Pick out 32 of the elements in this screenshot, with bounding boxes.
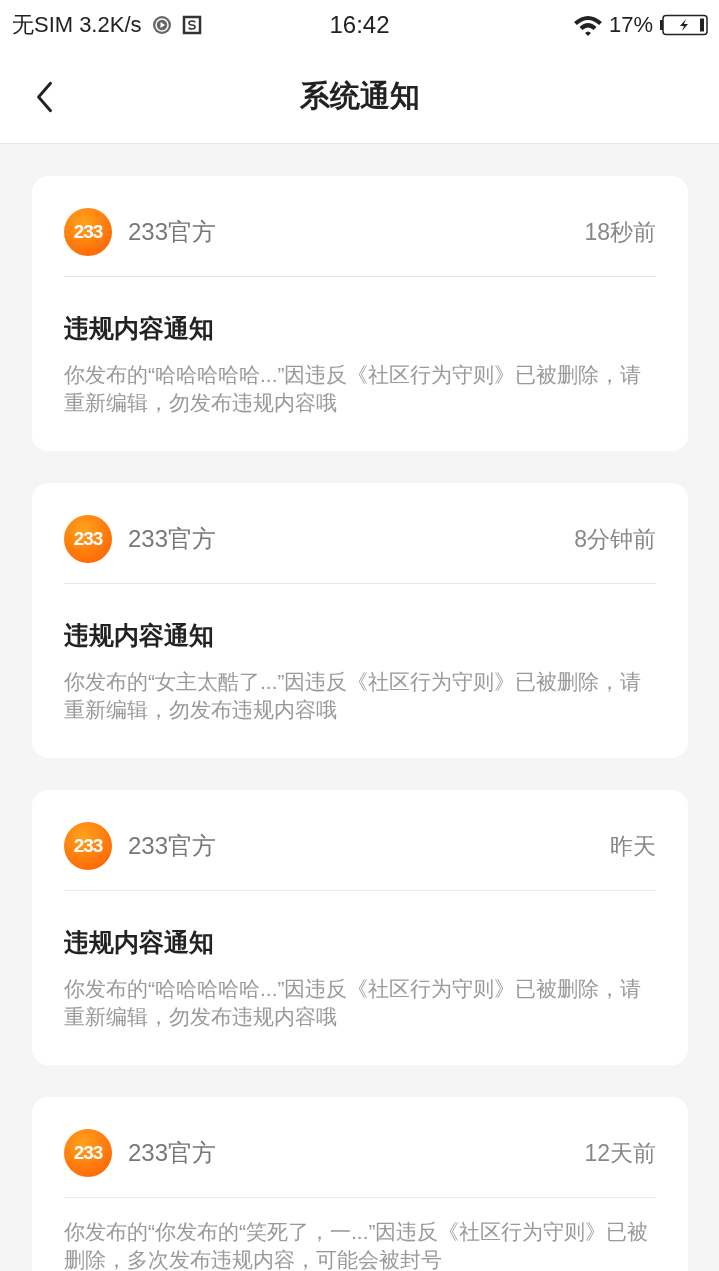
- battery-charging-icon: [659, 14, 709, 36]
- notification-title: 违规内容通知: [64, 620, 215, 651]
- sender-name: 233官方: [128, 217, 218, 247]
- notification-card[interactable]: 233 233官方 12天前 你发布的“你发布的“笑死了，一...”因违反《社区行为守则》已被删除，多次发布违规内容，可能会被封号: [32, 1097, 688, 1271]
- notification-text: 你发布的“哈哈哈哈哈...”因违反《社区行为守则》已被删除，请重新编辑，勿发布违规内容哦: [64, 362, 643, 416]
- notification-text: 你发布的“哈哈哈哈哈...”因违反《社区行为守则》已被删除，请重新编辑，勿发布违规内容哦: [64, 976, 643, 1030]
- battery-percent: 17%: [608, 12, 653, 38]
- timestamp: 8分钟前: [574, 524, 656, 554]
- notification-card[interactable]: 233 233官方 8分钟前 违规内容通知 你发布的“女主太酷了...”因违反《社区行为守则》已被删除，请重新编辑，勿发布违规内容哦: [32, 483, 688, 758]
- page-title: 系统通知: [299, 78, 420, 114]
- square-s-icon: [181, 15, 202, 35]
- wifi-icon: [572, 14, 603, 36]
- timestamp: 昨天: [610, 831, 656, 861]
- avatar-logo: 233: [64, 1129, 112, 1177]
- sender-name: 233官方: [128, 1138, 218, 1168]
- notification-title: 违规内容通知: [64, 927, 215, 958]
- notification-text: 你发布的“你发布的“笑死了，一...”因违反《社区行为守则》已被删除，多次发布违规内容，可能会被封号: [64, 1219, 650, 1271]
- notification-text: 你发布的“女主太酷了...”因违反《社区行为守则》已被删除，请重新编辑，勿发布违规内容哦: [64, 669, 643, 723]
- avatar-logo: 233: [64, 208, 112, 256]
- notification-card[interactable]: 233 233官方 昨天 违规内容通知 你发布的“哈哈哈哈哈...”因违反《社区行为守则》已被删除，请重新编辑，勿发布违规内容哦: [32, 790, 688, 1065]
- play-icon: [151, 15, 172, 35]
- clock-time: 16:42: [328, 11, 391, 39]
- notification-title: 违规内容通知: [64, 313, 215, 344]
- avatar-logo: 233: [64, 822, 112, 870]
- network-speed: 3.2K/s: [79, 12, 142, 38]
- timestamp: 12天前: [584, 1138, 656, 1168]
- notification-card[interactable]: 233 233官方 18秒前 违规内容通知 你发布的“哈哈哈哈哈...”因违反《社区行为守则》已被删除，请重新编辑，勿发布违规内容哦: [32, 176, 688, 451]
- sender-name: 233官方: [128, 831, 218, 861]
- sender-name: 233官方: [128, 524, 218, 554]
- timestamp: 18秒前: [584, 217, 656, 247]
- avatar-logo: 233: [64, 515, 112, 563]
- carrier-text: 无SIM: [12, 11, 74, 39]
